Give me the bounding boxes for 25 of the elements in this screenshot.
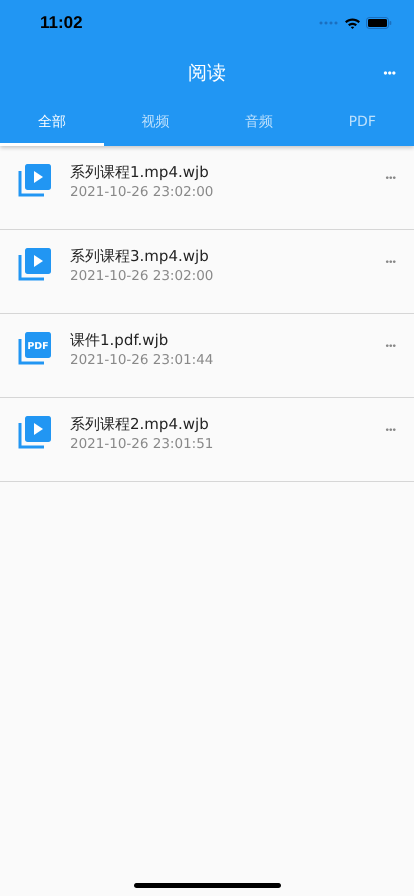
file-name: 系列课程3.mp4.wjb xyxy=(70,247,210,266)
file-name: 课件1.pdf.wjb xyxy=(70,331,170,350)
more-button[interactable]: ••• xyxy=(381,337,400,356)
file-date: 2021-10-26 23:01:44 xyxy=(70,352,214,368)
file-name: 系列课程2.mp4.wjb xyxy=(70,415,210,434)
video-file-icon xyxy=(18,247,52,281)
file-name: 系列课程1.mp4.wjb xyxy=(70,163,210,182)
tab[interactable]: 视频 xyxy=(104,100,207,146)
status-time: 11:02 xyxy=(40,13,83,33)
tab[interactable]: 音频 xyxy=(207,100,310,146)
tab[interactable]: 全部 xyxy=(0,100,104,146)
more-button[interactable]: ••• xyxy=(381,253,400,272)
signal-icon xyxy=(319,21,339,25)
tab[interactable]: PDF xyxy=(310,100,414,146)
more-button[interactable]: ••• xyxy=(381,169,400,188)
more-button[interactable]: ••• xyxy=(379,62,400,84)
video-file-icon xyxy=(18,415,52,449)
video-file-icon xyxy=(18,163,52,197)
wifi-icon xyxy=(344,17,361,29)
file-date: 2021-10-26 23:02:00 xyxy=(70,268,214,284)
file-date: 2021-10-26 23:01:51 xyxy=(70,436,214,452)
more-button[interactable]: ••• xyxy=(381,421,400,440)
battery-icon xyxy=(366,17,392,29)
page-title: 阅读 xyxy=(188,61,226,86)
file-date: 2021-10-26 23:02:00 xyxy=(70,184,214,200)
